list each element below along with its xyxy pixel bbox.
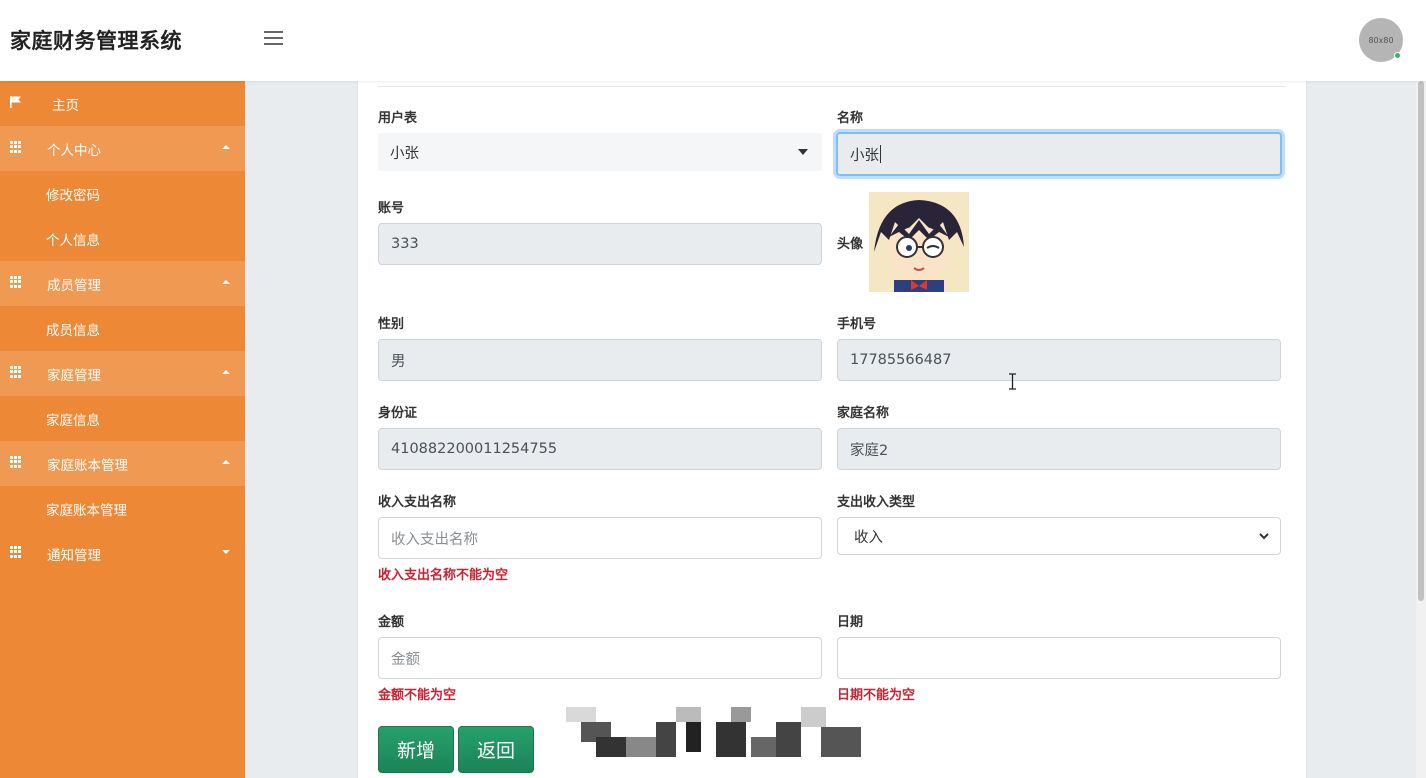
sidebar-group-personal[interactable]: 个人中心 (0, 126, 245, 171)
caret-up-icon (222, 460, 230, 464)
online-status-icon (1394, 52, 1401, 59)
date-label: 日期 (837, 615, 864, 630)
caret-down-icon (798, 149, 808, 155)
sidebar-item-home[interactable]: 主页 (0, 81, 245, 126)
user-table-value: 小张 (390, 145, 419, 162)
name-label: 名称 (837, 111, 864, 126)
amount-input[interactable]: 金额 (378, 637, 822, 679)
type-select[interactable]: 收入 (837, 517, 1281, 555)
date-error: 日期不能为空 (837, 688, 916, 703)
sidebar-group-label: 家庭管理 (47, 367, 101, 384)
name-input[interactable]: 小张 (836, 132, 1282, 176)
grid-icon (10, 456, 22, 468)
caret-up-icon (222, 145, 230, 149)
divider (378, 86, 1286, 87)
grid-icon (10, 141, 22, 153)
date-input[interactable] (837, 637, 1281, 679)
sidebar-item-label: 主页 (52, 97, 79, 114)
app-title: 家庭财务管理系统 (10, 29, 182, 53)
add-button[interactable]: 新增 (378, 726, 454, 773)
gender-input[interactable]: 男 (378, 339, 822, 381)
back-button[interactable]: 返回 (458, 726, 534, 773)
avatar-image[interactable] (869, 192, 969, 292)
sidebar-item-family-info[interactable]: 家庭信息 (0, 396, 245, 441)
grid-icon (10, 366, 22, 378)
menu-toggle-icon[interactable] (264, 31, 283, 47)
scrollbar-thumb[interactable] (1418, 81, 1424, 601)
sidebar-item-change-password[interactable]: 修改密码 (0, 171, 245, 216)
income-name-error: 收入支出名称不能为空 (378, 568, 509, 583)
income-name-label: 收入支出名称 (378, 495, 457, 510)
text-cursor-icon (1009, 373, 1016, 390)
sidebar-group-notifications[interactable]: 通知管理 (0, 531, 245, 576)
id-card-input[interactable]: 410882200011254755 (378, 428, 822, 470)
flag-icon (10, 96, 21, 108)
top-header: 家庭财务管理系统 80x80 (0, 0, 1426, 81)
type-value: 收入 (854, 529, 883, 546)
sidebar: 主页 个人中心 修改密码 个人信息 成员管理 成员信息 家庭管理 家庭信息 家庭… (0, 81, 245, 778)
amount-error: 金额不能为空 (378, 688, 457, 703)
caret-up-icon (222, 280, 230, 284)
avatar-text: 80x80 (1368, 35, 1394, 45)
avatar[interactable]: 80x80 (1359, 18, 1403, 62)
family-name-input[interactable]: 家庭2 (837, 428, 1281, 470)
cartoon-boy-image (869, 192, 969, 292)
income-name-input[interactable]: 收入支出名称 (378, 517, 822, 559)
user-table-select[interactable]: 小张 (378, 133, 822, 171)
grid-icon (10, 276, 22, 288)
sidebar-group-label: 成员管理 (47, 277, 101, 294)
text-caret (880, 145, 881, 163)
sidebar-group-label: 个人中心 (47, 142, 101, 159)
chevron-down-icon (1259, 533, 1269, 540)
sidebar-group-ledger[interactable]: 家庭账本管理 (0, 441, 245, 486)
name-value: 小张 (850, 147, 879, 164)
sidebar-item-member-info[interactable]: 成员信息 (0, 306, 245, 351)
type-label: 支出收入类型 (837, 495, 916, 510)
id-card-label: 身份证 (378, 406, 418, 421)
page-scrollbar[interactable] (1416, 81, 1426, 778)
avatar-label: 头像 (837, 237, 864, 252)
sidebar-item-ledger[interactable]: 家庭账本管理 (0, 486, 245, 531)
gender-label: 性别 (378, 317, 405, 332)
grid-icon (10, 546, 22, 558)
sidebar-group-members[interactable]: 成员管理 (0, 261, 245, 306)
sidebar-item-personal-info[interactable]: 个人信息 (0, 216, 245, 261)
account-input[interactable]: 333 (378, 223, 822, 265)
user-table-label: 用户表 (378, 111, 418, 126)
sidebar-group-label: 通知管理 (47, 547, 101, 564)
family-name-label: 家庭名称 (837, 406, 890, 421)
sidebar-group-label: 家庭账本管理 (47, 457, 128, 474)
phone-input[interactable]: 17785566487 (837, 339, 1281, 381)
obscured-area (566, 707, 862, 761)
caret-up-icon (222, 370, 230, 374)
account-label: 账号 (378, 201, 405, 216)
phone-label: 手机号 (837, 317, 877, 332)
amount-label: 金额 (378, 615, 405, 630)
caret-down-icon (222, 550, 230, 554)
sidebar-group-family[interactable]: 家庭管理 (0, 351, 245, 396)
